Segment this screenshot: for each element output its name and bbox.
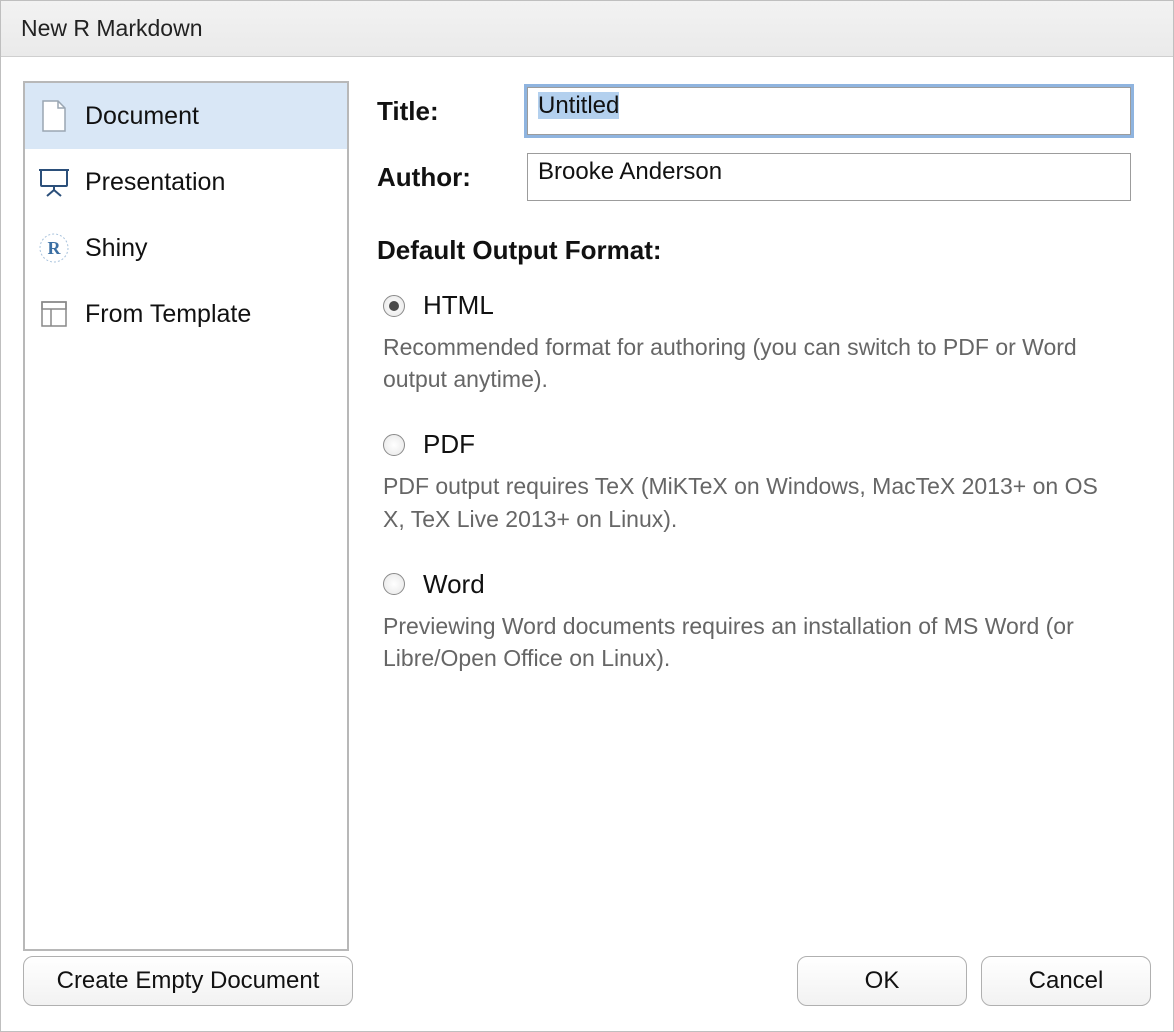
radio-block-pdf: PDF PDF output requires TeX (MiKTeX on W… — [383, 429, 1131, 534]
title-label: Title: — [377, 96, 527, 127]
title-input-value: Untitled — [538, 92, 619, 119]
radio-block-word: Word Previewing Word documents requires … — [383, 569, 1131, 674]
content-panel: Title: Untitled Author: Brooke Anderson … — [377, 81, 1151, 951]
cancel-button-label: Cancel — [1029, 967, 1104, 995]
create-empty-document-label: Create Empty Document — [57, 967, 320, 995]
radio-label-html: HTML — [423, 290, 494, 321]
cancel-button[interactable]: Cancel — [981, 956, 1151, 1006]
radio-html[interactable] — [383, 295, 405, 317]
output-format-heading: Default Output Format: — [377, 235, 1131, 266]
create-empty-document-button[interactable]: Create Empty Document — [23, 956, 353, 1006]
sidebar-item-from-template[interactable]: From Template — [25, 281, 347, 347]
title-row: Title: Untitled — [377, 87, 1131, 135]
dialog-body: Document Presentation — [1, 57, 1173, 951]
author-label: Author: — [377, 162, 527, 193]
ok-button-label: OK — [865, 967, 900, 995]
radio-desc-pdf: PDF output requires TeX (MiKTeX on Windo… — [383, 470, 1103, 534]
radio-pdf[interactable] — [383, 434, 405, 456]
sidebar-item-shiny[interactable]: R Shiny — [25, 215, 347, 281]
radio-label-pdf: PDF — [423, 429, 475, 460]
sidebar-item-label: Document — [85, 102, 199, 131]
sidebar-item-document[interactable]: Document — [25, 83, 347, 149]
radio-line-word[interactable]: Word — [383, 569, 1131, 600]
dialog-titlebar: New R Markdown — [1, 1, 1173, 57]
output-format-group: HTML Recommended format for authoring (y… — [377, 290, 1131, 674]
author-input[interactable]: Brooke Anderson — [527, 153, 1131, 201]
radio-line-pdf[interactable]: PDF — [383, 429, 1131, 460]
sidebar: Document Presentation — [23, 81, 349, 951]
radio-line-html[interactable]: HTML — [383, 290, 1131, 321]
dialog-footer: Create Empty Document OK Cancel — [1, 951, 1173, 1031]
new-r-markdown-dialog: New R Markdown Document — [0, 0, 1174, 1032]
title-input[interactable]: Untitled — [527, 87, 1131, 135]
ok-button[interactable]: OK — [797, 956, 967, 1006]
template-icon — [37, 297, 71, 331]
svg-text:R: R — [48, 238, 62, 258]
radio-label-word: Word — [423, 569, 485, 600]
author-row: Author: Brooke Anderson — [377, 153, 1131, 201]
document-icon — [37, 99, 71, 133]
radio-desc-html: Recommended format for authoring (you ca… — [383, 331, 1103, 395]
author-input-value: Brooke Anderson — [538, 158, 722, 185]
sidebar-item-presentation[interactable]: Presentation — [25, 149, 347, 215]
presentation-icon — [37, 165, 71, 199]
sidebar-item-label: Shiny — [85, 234, 148, 263]
dialog-title: New R Markdown — [21, 15, 203, 42]
sidebar-item-label: Presentation — [85, 168, 225, 197]
radio-word[interactable] — [383, 573, 405, 595]
shiny-icon: R — [37, 231, 71, 265]
radio-block-html: HTML Recommended format for authoring (y… — [383, 290, 1131, 395]
radio-desc-word: Previewing Word documents requires an in… — [383, 610, 1103, 674]
sidebar-item-label: From Template — [85, 300, 251, 329]
